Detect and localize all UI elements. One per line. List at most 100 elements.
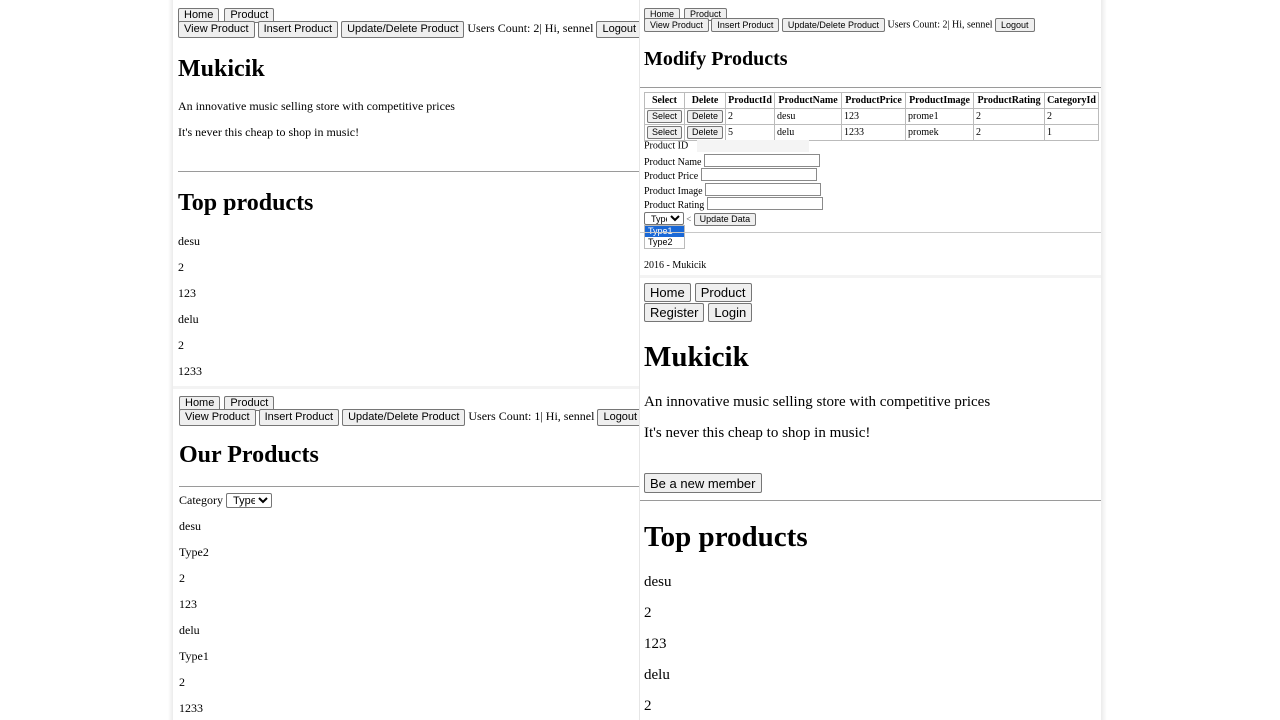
tile-seam (173, 386, 640, 389)
category-select[interactable]: Type1 (226, 493, 272, 508)
product-image-input[interactable] (705, 183, 822, 196)
list-item: 1233 (179, 701, 203, 715)
list-item: Type1 (179, 649, 209, 663)
list-item: 2 (179, 675, 185, 689)
list-item: desu (644, 574, 672, 590)
list-item: 2 (178, 260, 184, 274)
site-title: Mukicik (178, 56, 265, 82)
list-item: 123 (178, 286, 196, 300)
top-products-heading: Top products (178, 190, 314, 216)
product-rating-label: Product Rating (644, 200, 705, 211)
category-select[interactable]: Type1 (644, 212, 684, 225)
list-item: 1233 (178, 364, 202, 378)
select-row-button[interactable]: Select (647, 110, 683, 123)
cell-product-id: 2 (725, 108, 776, 125)
cell-category-id: 1 (1044, 124, 1100, 141)
greeting: Hi, sennel (545, 409, 595, 423)
update-data-button[interactable]: Update Data (693, 213, 757, 226)
cell-product-name: delu (774, 124, 843, 141)
product-name-label: Product Name (644, 157, 702, 168)
home-button[interactable]: Home (644, 283, 691, 302)
login-button[interactable]: Login (708, 303, 753, 322)
list-item: desu (179, 519, 201, 533)
view-product-button[interactable]: View Product (644, 18, 709, 32)
footer: 2016 - Mukicik (644, 260, 707, 271)
table-header-row: Select Delete ProductId ProductName Prod… (643, 92, 1100, 109)
product-price-label: Product Price (644, 171, 699, 182)
list-item: 123 (644, 636, 667, 652)
divider (639, 87, 1101, 88)
update-delete-product-button[interactable]: Update/Delete Product (781, 18, 885, 32)
delete-row-button[interactable]: Delete (687, 110, 724, 123)
insert-product-button[interactable]: Insert Product (711, 18, 780, 32)
chevron-left-icon: < (686, 214, 692, 224)
guest-home-panel: Home Product Register Login Mukicik An i… (639, 278, 1101, 720)
table-row: Select Delete 2 desu 123 prome1 2 2 (643, 108, 1100, 125)
cell-product-name: desu (774, 108, 843, 125)
view-product-button[interactable]: View Product (178, 21, 255, 38)
tagline-2: It's never this cheap to shop in music! (644, 425, 871, 441)
modify-products-panel: Home Product View Product Insert Product… (639, 0, 1101, 276)
list-item: delu (178, 312, 199, 326)
tile-seam (639, 0, 640, 720)
insert-product-button[interactable]: Insert Product (258, 409, 340, 426)
product-id-value (696, 140, 809, 152)
column-header: CategoryId (1044, 92, 1100, 109)
cell-product-image: prome1 (905, 108, 975, 125)
product-image-label: Product Image (644, 186, 703, 197)
product-button[interactable]: Product (694, 283, 752, 302)
product-price-input[interactable] (700, 168, 817, 181)
users-count: Users Count: 2| (467, 21, 542, 35)
divider (179, 486, 640, 487)
product-name-input[interactable] (704, 154, 820, 167)
page-title: Our Products (179, 442, 319, 468)
users-count: Users Count: 2| (887, 19, 950, 31)
divider (639, 232, 1101, 233)
logout-button[interactable]: Logout (995, 18, 1035, 32)
greeting: Hi, sennel (544, 21, 594, 35)
list-item: delu (644, 667, 670, 683)
tagline-1: An innovative music selling store with c… (644, 394, 991, 410)
logout-button[interactable]: Logout (596, 21, 640, 38)
delete-row-button[interactable]: Delete (687, 126, 724, 139)
column-header: Select (643, 92, 686, 109)
table-row: Select Delete 5 delu 1233 promek 2 1 (643, 124, 1100, 141)
divider (639, 500, 1101, 501)
cell-product-id: 5 (725, 124, 776, 141)
cell-product-rating: 2 (973, 108, 1046, 125)
tagline-2: It's never this cheap to shop in music! (178, 125, 360, 139)
category-dropdown: Type1 Type2 (644, 225, 685, 249)
greeting: Hi, sennel (951, 19, 993, 31)
register-button[interactable]: Register (644, 303, 705, 322)
product-id-field: Product ID (644, 140, 809, 152)
select-row-button[interactable]: Select (647, 126, 683, 139)
product-id-label: Product ID (644, 140, 689, 152)
update-delete-product-button[interactable]: Update/Delete Product (341, 21, 465, 38)
products-table: Select Delete ProductId ProductName Prod… (643, 92, 1100, 141)
insert-product-button[interactable]: Insert Product (257, 21, 339, 38)
be-a-new-member-button[interactable]: Be a new member (644, 473, 762, 493)
list-item: 2 (644, 698, 652, 714)
divider (178, 171, 640, 172)
list-item: 2 (179, 571, 185, 585)
column-header: ProductRating (973, 92, 1046, 109)
column-header: ProductImage (905, 92, 975, 109)
column-header: ProductName (774, 92, 843, 109)
list-item: delu (179, 623, 200, 637)
product-rating-input[interactable] (706, 197, 823, 210)
list-item: desu (178, 234, 200, 248)
our-products-panel: Home Product View Product Insert Product… (173, 389, 640, 720)
top-products-heading: Top products (644, 521, 808, 553)
update-delete-product-button[interactable]: Update/Delete Product (342, 409, 466, 426)
cell-product-rating: 2 (973, 124, 1046, 141)
tagline-1: An innovative music selling store with c… (178, 99, 455, 113)
cell-product-image: promek (905, 124, 975, 141)
users-count: Users Count: 1| (468, 409, 543, 423)
cell-product-price: 1233 (841, 124, 907, 141)
view-product-button[interactable]: View Product (179, 409, 256, 426)
list-item: 2 (178, 338, 184, 352)
list-item: 2 (644, 605, 652, 621)
logout-button[interactable]: Logout (597, 409, 640, 426)
dropdown-option-type2[interactable]: Type2 (645, 237, 684, 248)
column-header: ProductId (725, 92, 776, 109)
